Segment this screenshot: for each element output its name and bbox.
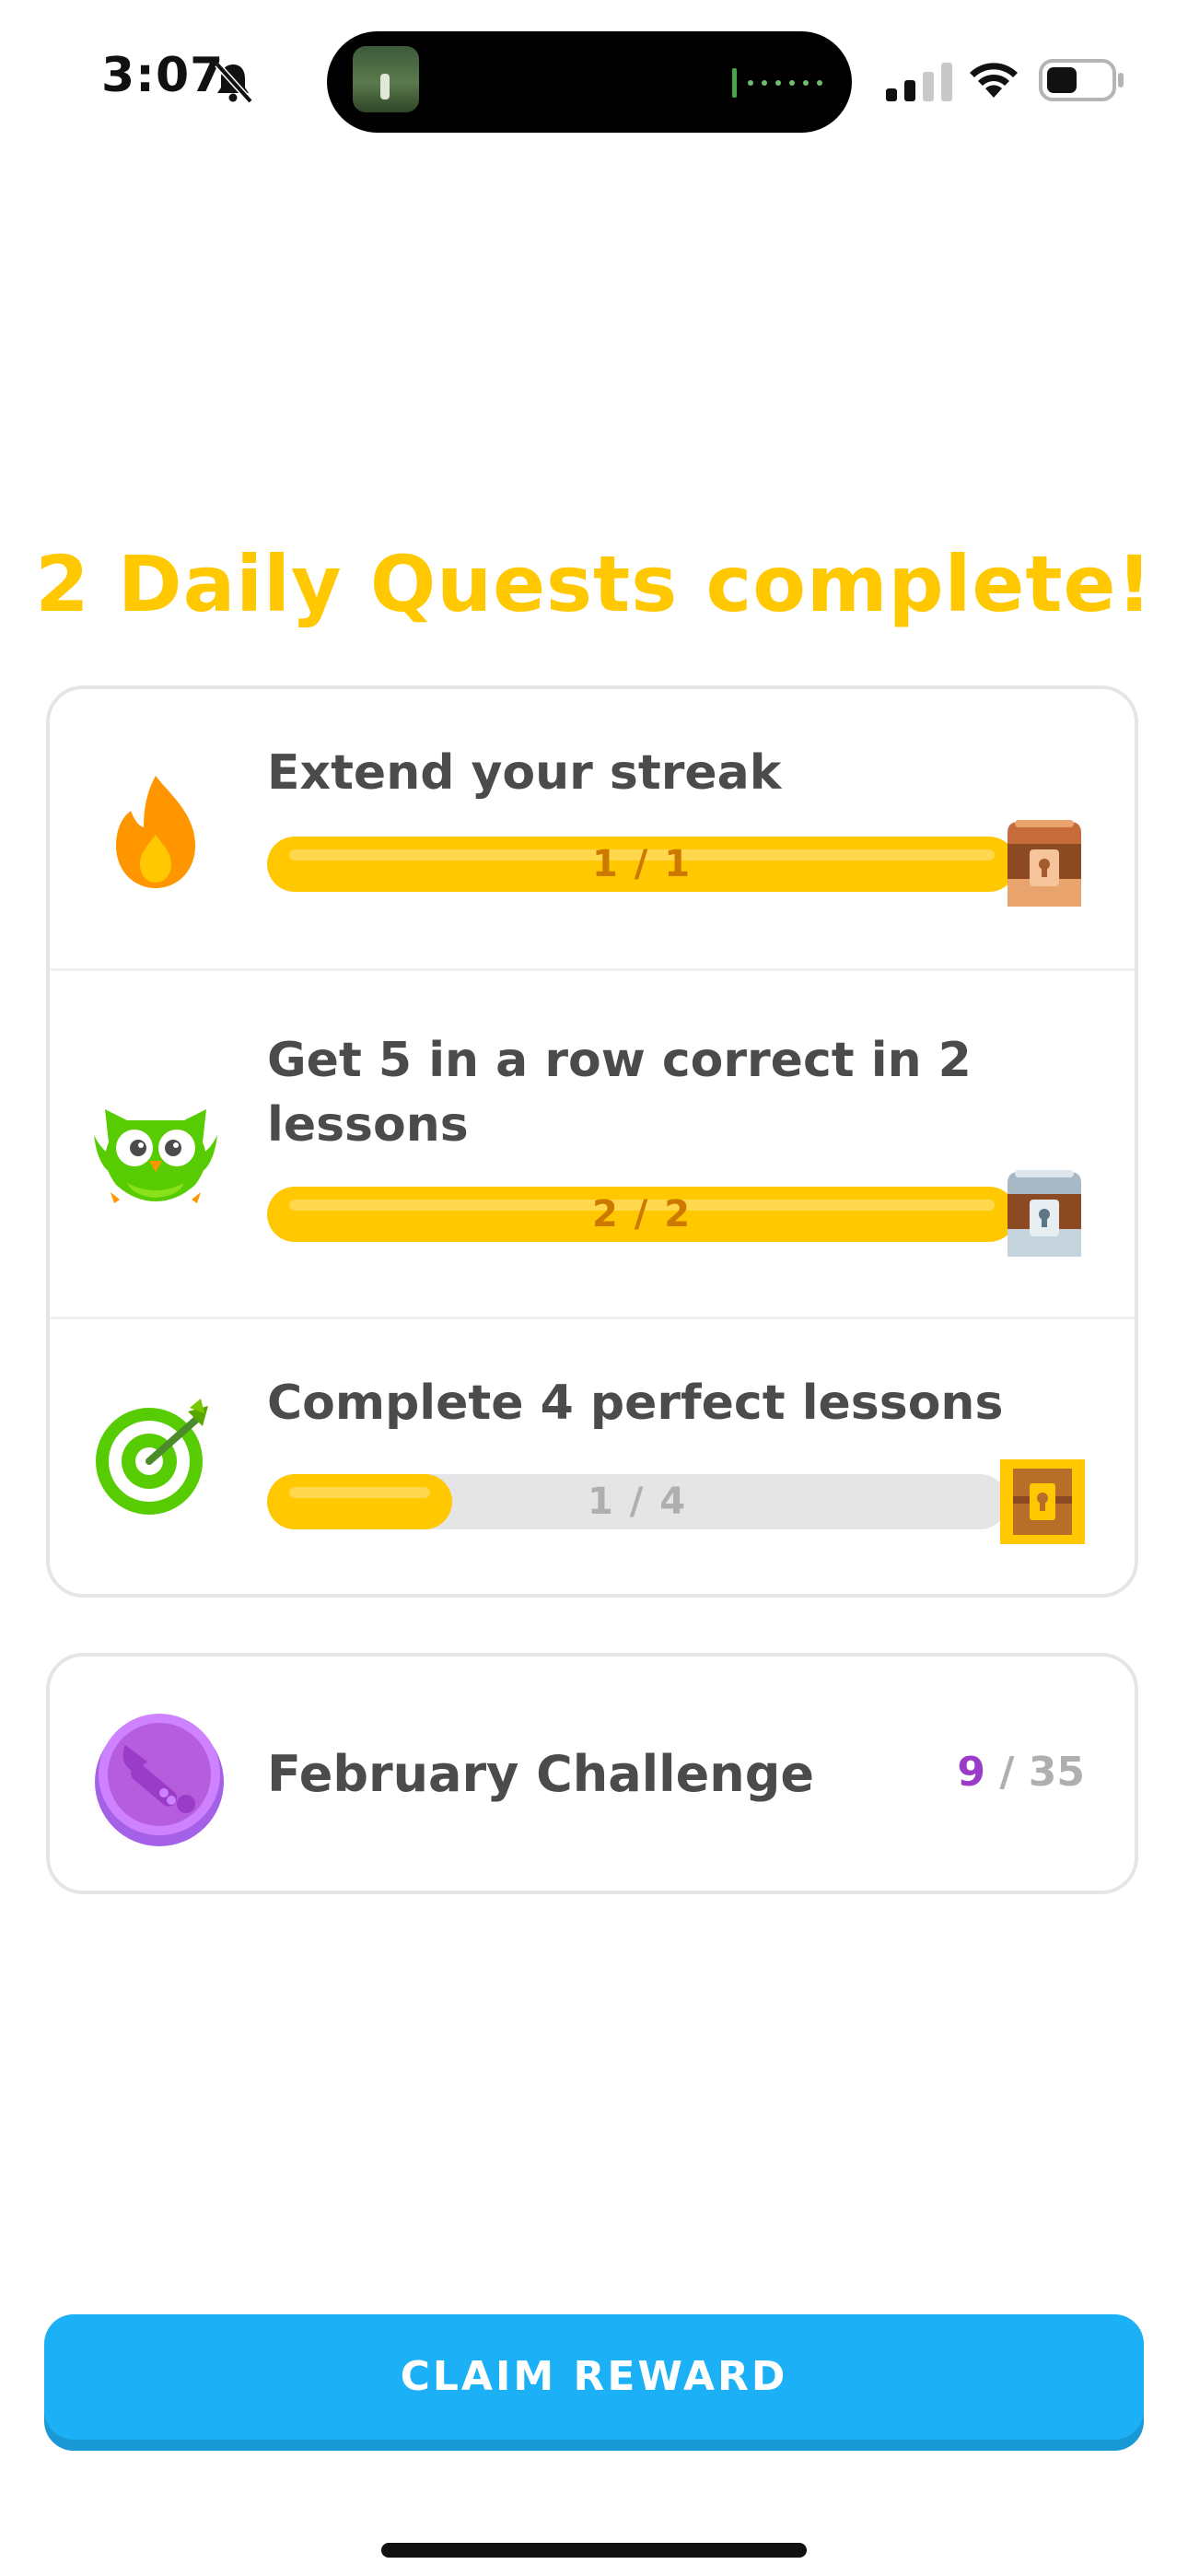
claim-reward-button[interactable]: CLAIM REWARD (44, 2314, 1144, 2440)
daily-quests-card: Extend your streak 1 / 1 Get 5 in a row … (46, 685, 1138, 1598)
monthly-challenge-card[interactable]: February Challenge 9 / 35 (46, 1653, 1138, 1894)
quest-item[interactable]: Complete 4 perfect lessons 1 / 4 (50, 1317, 1135, 1600)
challenge-progress: 9 / 35 (957, 1749, 1085, 1796)
quest-progress-bar: 1 / 1 (267, 837, 1017, 892)
claim-reward-label: CLAIM REWARD (400, 2353, 788, 2400)
silver-chest-icon (1007, 1170, 1081, 1257)
audio-wave-icon (732, 68, 822, 98)
wifi-icon (970, 63, 1018, 98)
quest-progress-bar: 2 / 2 (267, 1187, 1017, 1242)
progress-text: 1 / 4 (587, 1481, 688, 1523)
bronze-chest-icon (1007, 820, 1081, 907)
quest-item[interactable]: Get 5 in a row correct in 2 lessons 2 / … (50, 968, 1135, 1319)
challenge-current: 9 (957, 1749, 986, 1796)
battery-icon (1039, 59, 1124, 101)
quest-title: Extend your streak (267, 745, 782, 801)
challenge-separator: / (999, 1749, 1015, 1796)
bell-slash-icon (215, 62, 253, 104)
owl-icon (94, 1109, 217, 1203)
dynamic-island[interactable] (327, 31, 852, 133)
status-time: 3:07 (101, 48, 225, 103)
quest-title: Complete 4 perfect lessons (267, 1376, 1004, 1431)
flame-icon (116, 776, 195, 888)
trumpet-badge-icon (95, 1714, 224, 1846)
status-bar: 3:07 (0, 0, 1188, 157)
quest-progress-bar: 1 / 4 (267, 1474, 1007, 1529)
quest-title: Get 5 in a row correct in 2 lessons (267, 1033, 972, 1153)
page-title: 2 Daily Quests complete! (35, 539, 1153, 629)
challenge-total: 35 (1028, 1749, 1085, 1796)
quest-item[interactable]: Extend your streak 1 / 1 (50, 689, 1135, 968)
target-icon (96, 1399, 208, 1515)
home-indicator[interactable] (381, 2543, 807, 2558)
progress-text: 1 / 1 (591, 843, 693, 885)
media-thumbnail (353, 46, 419, 112)
gold-chest-icon (1000, 1459, 1085, 1544)
progress-text: 2 / 2 (591, 1193, 693, 1235)
challenge-title: February Challenge (267, 1745, 814, 1803)
signal-icon (886, 63, 952, 101)
